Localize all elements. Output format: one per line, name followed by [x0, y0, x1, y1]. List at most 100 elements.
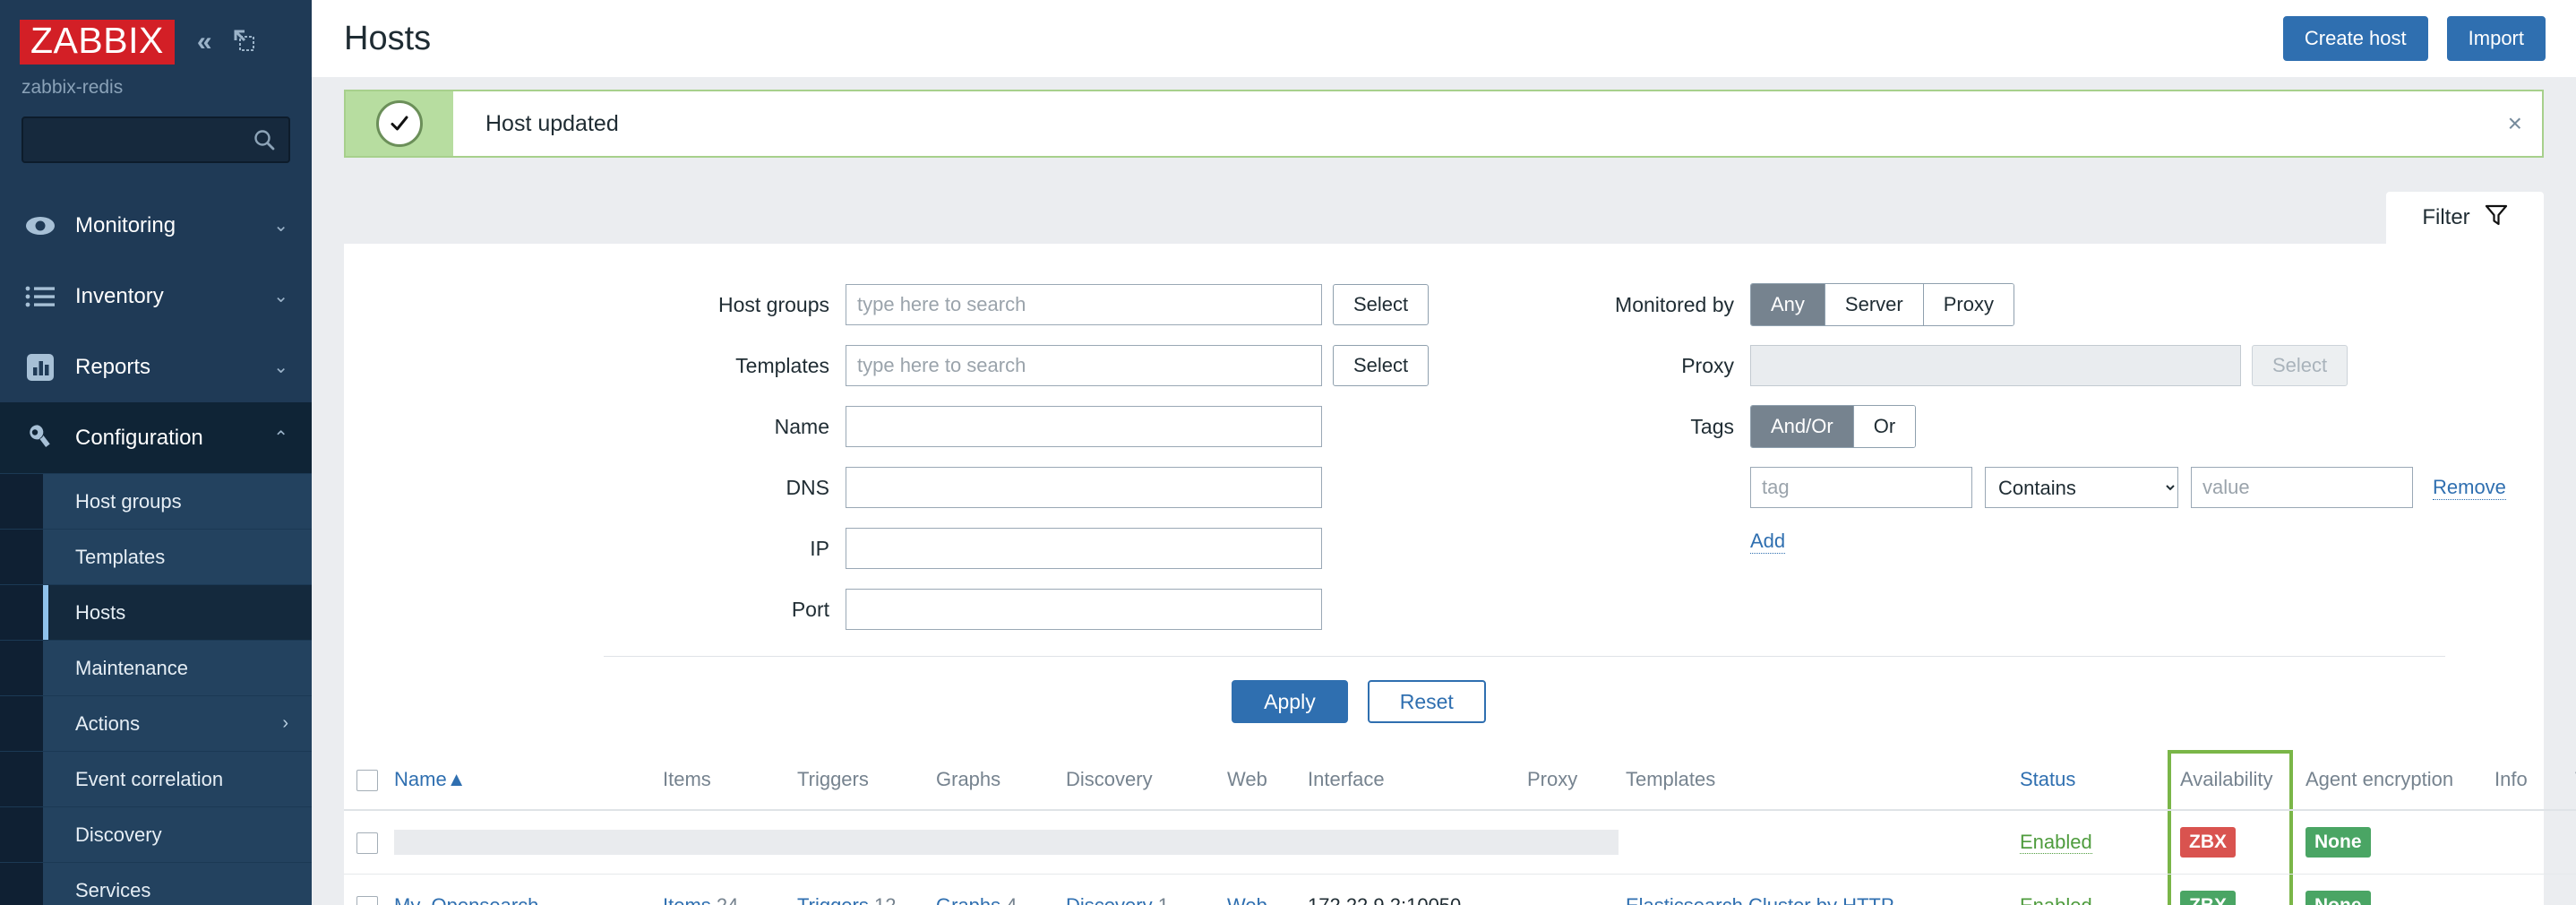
template-link[interactable]: Elasticsearch Cluster by HTTP [1626, 894, 1894, 905]
filter-row-monitored-by: Monitored by Any Server Proxy [1490, 274, 2506, 335]
compact-view-icon[interactable] [232, 29, 255, 56]
sidebar-search[interactable] [21, 116, 290, 163]
apply-button[interactable]: Apply [1232, 680, 1348, 723]
monitored-by-option-any[interactable]: Any [1751, 284, 1825, 325]
column-header-name[interactable]: Name▲ [394, 750, 663, 812]
tags-option-or[interactable]: Or [1853, 406, 1916, 447]
row-name-cell: My_Opensearch [394, 874, 663, 905]
select-all-checkbox[interactable] [356, 770, 378, 792]
row-select-cell [344, 874, 394, 905]
sidebar-item-host-groups[interactable]: Host groups [0, 473, 312, 529]
availability-badge[interactable]: ZBX [2180, 827, 2236, 858]
filter-icon [2485, 203, 2508, 233]
sidebar-item-hosts[interactable]: Hosts [0, 584, 312, 640]
monitored-by-option-server[interactable]: Server [1825, 284, 1924, 325]
filter-row-tag-entry: Contains Remove [1490, 457, 2506, 518]
items-link[interactable]: Items [663, 894, 711, 905]
close-icon[interactable]: × [2508, 91, 2542, 156]
discovery-count: 1 [1158, 894, 1169, 905]
sidebar-item-services[interactable]: Services [0, 862, 312, 905]
agent-encryption-badge: None [2306, 891, 2371, 905]
agent-encryption-badge: None [2306, 827, 2371, 858]
search-input[interactable] [23, 118, 288, 161]
server-name: zabbix-redis [21, 77, 124, 98]
add-tag-link[interactable]: Add [1750, 530, 1786, 554]
chevron-up-icon: ⌃ [273, 428, 288, 448]
filter-row-name: Name [344, 396, 1490, 457]
row-info-cell [2494, 874, 2575, 905]
row-triggers-cell: Triggers 12 [797, 874, 936, 905]
tags-option-andor[interactable]: And/Or [1751, 406, 1854, 447]
row-web-cell: Web [1227, 874, 1308, 905]
templates-select-button[interactable]: Select [1333, 345, 1430, 386]
sidebar-subitem-label: Maintenance [75, 656, 188, 679]
sidebar-controls: « [197, 20, 255, 56]
row-status-cell: Enabled [2020, 874, 2168, 905]
name-label: Name [774, 414, 829, 438]
sidebar-item-actions[interactable]: Actions › [0, 695, 312, 751]
row-items-cell: Items 24 [663, 874, 797, 905]
tag-operator-select[interactable]: Contains [1985, 467, 2178, 508]
chevron-down-icon: ⌄ [273, 216, 288, 236]
search-icon [253, 128, 276, 151]
host-groups-label: Host groups [717, 292, 829, 316]
sidebar-item-label: Configuration [75, 425, 203, 450]
top-bar-actions: Create host Import [2282, 16, 2546, 61]
sidebar-item-templates[interactable]: Templates [0, 529, 312, 584]
sidebar-item-reports[interactable]: Reports ⌄ [0, 332, 312, 402]
name-input[interactable] [846, 406, 1322, 447]
ip-input[interactable] [846, 528, 1322, 569]
status-badge[interactable]: Enabled [2020, 894, 2092, 905]
eye-icon [21, 214, 59, 237]
column-header-discovery: Discovery [1066, 750, 1227, 812]
sidebar-subitem-label: Services [75, 878, 151, 901]
row-checkbox[interactable] [356, 832, 378, 855]
sidebar-item-discovery[interactable]: Discovery [0, 806, 312, 862]
graphs-link[interactable]: Graphs [936, 894, 1000, 905]
port-input[interactable] [846, 589, 1322, 630]
sidebar-header: ZABBIX « [0, 0, 312, 65]
select-all-cell [344, 750, 394, 812]
triggers-link[interactable]: Triggers [797, 894, 869, 905]
status-badge[interactable]: Enabled [2020, 831, 2092, 855]
filter-row-add-tag: Add [1490, 518, 2506, 565]
sidebar-item-maintenance[interactable]: Maintenance [0, 640, 312, 695]
dns-label: DNS [786, 475, 829, 499]
web-link[interactable]: Web [1227, 894, 1267, 905]
collapse-sidebar-icon[interactable]: « [197, 29, 212, 56]
sidebar-item-label: Reports [75, 354, 151, 379]
host-groups-select-button[interactable]: Select [1333, 284, 1430, 325]
tab-filter[interactable]: Filter [2386, 192, 2544, 244]
create-host-button[interactable]: Create host [2282, 16, 2428, 61]
sidebar-item-monitoring[interactable]: Monitoring ⌄ [0, 190, 312, 261]
tag-value-input[interactable] [2191, 467, 2413, 508]
sidebar: ZABBIX « zabbix-redis Monitoring ⌄ Inven… [0, 0, 312, 905]
column-label: Name [394, 768, 447, 791]
column-header-status[interactable]: Status [2020, 750, 2168, 812]
host-name-link[interactable]: My_Opensearch [394, 894, 538, 905]
reset-button[interactable]: Reset [1367, 680, 1486, 723]
dns-input[interactable] [846, 467, 1322, 508]
monitored-by-option-proxy[interactable]: Proxy [1923, 284, 2014, 325]
sidebar-item-event-correlation[interactable]: Event correlation [0, 751, 312, 806]
column-header-items: Items [663, 750, 797, 812]
filter-panel: Host groups Select Templates Select Name [344, 244, 2544, 750]
host-groups-input[interactable] [846, 284, 1322, 325]
availability-badge[interactable]: ZBX [2180, 891, 2236, 905]
filter-row-proxy: Proxy Select [1490, 335, 2506, 396]
main-area: Hosts Create host Import Host updated × [312, 0, 2576, 905]
templates-input[interactable] [846, 345, 1322, 386]
sidebar-item-configuration[interactable]: Configuration ⌃ [0, 402, 312, 473]
filter-row-ip: IP [344, 518, 1490, 579]
tags-evaltype-segmented: And/Or Or [1750, 405, 1917, 448]
tag-name-input[interactable] [1750, 467, 1972, 508]
discovery-link[interactable]: Discovery [1066, 894, 1153, 905]
import-button[interactable]: Import [2446, 16, 2546, 61]
remove-tag-link[interactable]: Remove [2433, 476, 2506, 500]
row-checkbox[interactable] [356, 896, 378, 905]
ip-label: IP [810, 536, 829, 560]
column-header-agent-encryption: Agent encryption [2293, 750, 2494, 812]
sidebar-nav: Monitoring ⌄ Inventory ⌄ Reports ⌄ Confi… [0, 190, 312, 905]
sidebar-item-inventory[interactable]: Inventory ⌄ [0, 261, 312, 332]
chevron-down-icon: ⌄ [273, 287, 288, 306]
